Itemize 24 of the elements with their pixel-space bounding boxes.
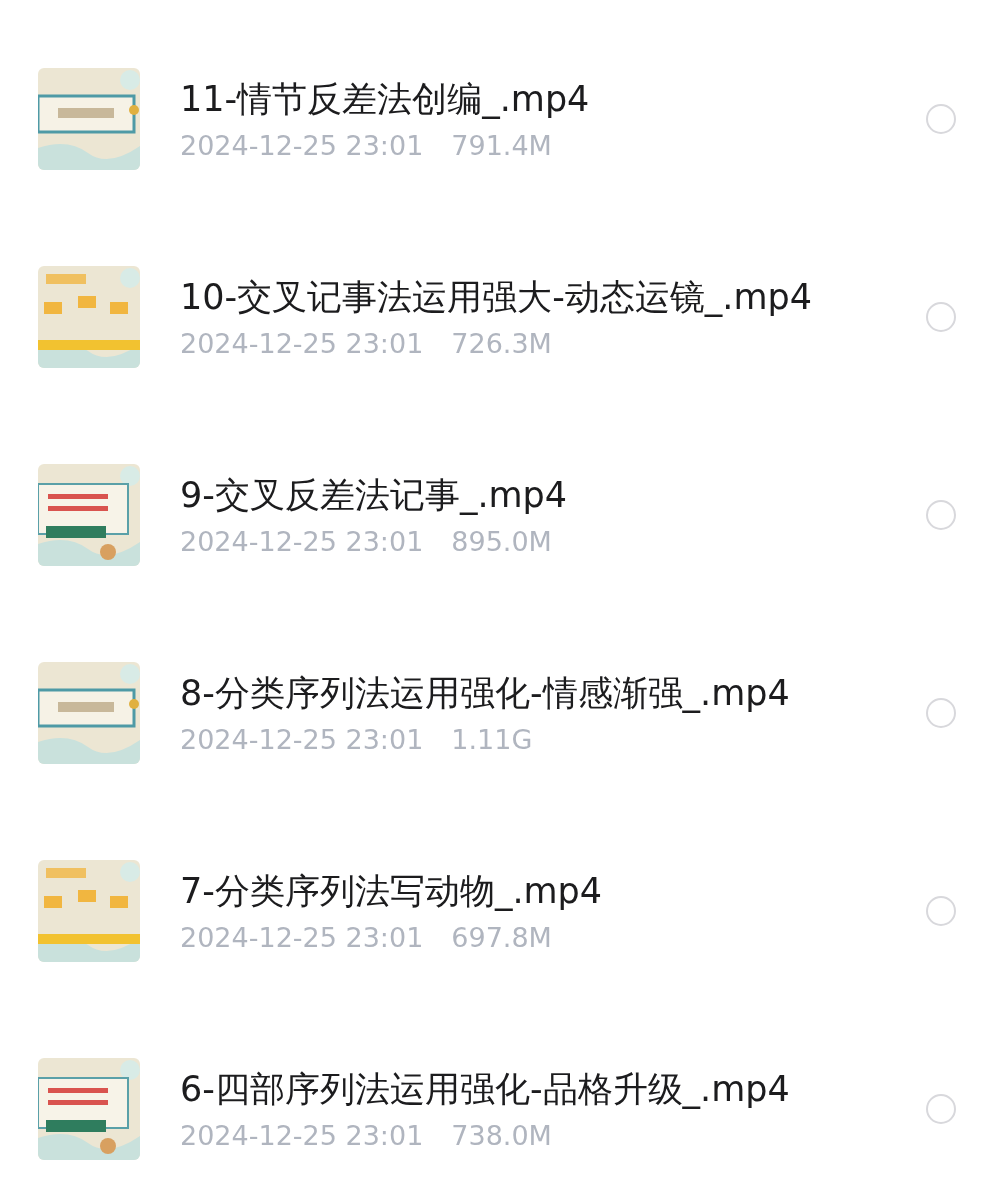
file-size: 697.8M — [451, 922, 552, 953]
file-name: 6-四部序列法运用强化-品格升级_.mp4 — [180, 1068, 791, 1111]
file-name: 10-交叉记事法运用强大-动态运镜_.mp4 — [180, 276, 813, 319]
file-date: 2024-12-25 23:01 — [180, 922, 424, 953]
file-date: 2024-12-25 23:01 — [180, 328, 424, 359]
file-size: 726.3M — [451, 328, 552, 359]
select-radio[interactable] — [926, 104, 956, 134]
file-size: 791.4M — [451, 130, 552, 161]
file-size: 738.0M — [451, 1120, 552, 1151]
select-radio[interactable] — [926, 1094, 956, 1124]
file-date: 2024-12-25 23:01 — [180, 1120, 424, 1151]
file-name: 8-分类序列法运用强化-情感渐强_.mp4 — [180, 672, 791, 715]
file-date: 2024-12-25 23:01 — [180, 724, 424, 755]
file-date: 2024-12-25 23:01 — [180, 526, 424, 557]
select-radio[interactable] — [926, 896, 956, 926]
file-name: 9-交叉反差法记事_.mp4 — [180, 474, 569, 517]
select-radio[interactable] — [926, 698, 956, 728]
select-radio[interactable] — [926, 302, 956, 332]
select-radio[interactable] — [926, 500, 956, 530]
file-name: 11-情节反差法创编_.mp4 — [180, 78, 591, 121]
file-size: 1.11G — [451, 724, 533, 755]
file-date: 2024-12-25 23:01 — [180, 130, 424, 161]
file-size: 895.0M — [451, 526, 552, 557]
file-name: 7-分类序列法写动物_.mp4 — [180, 870, 604, 913]
